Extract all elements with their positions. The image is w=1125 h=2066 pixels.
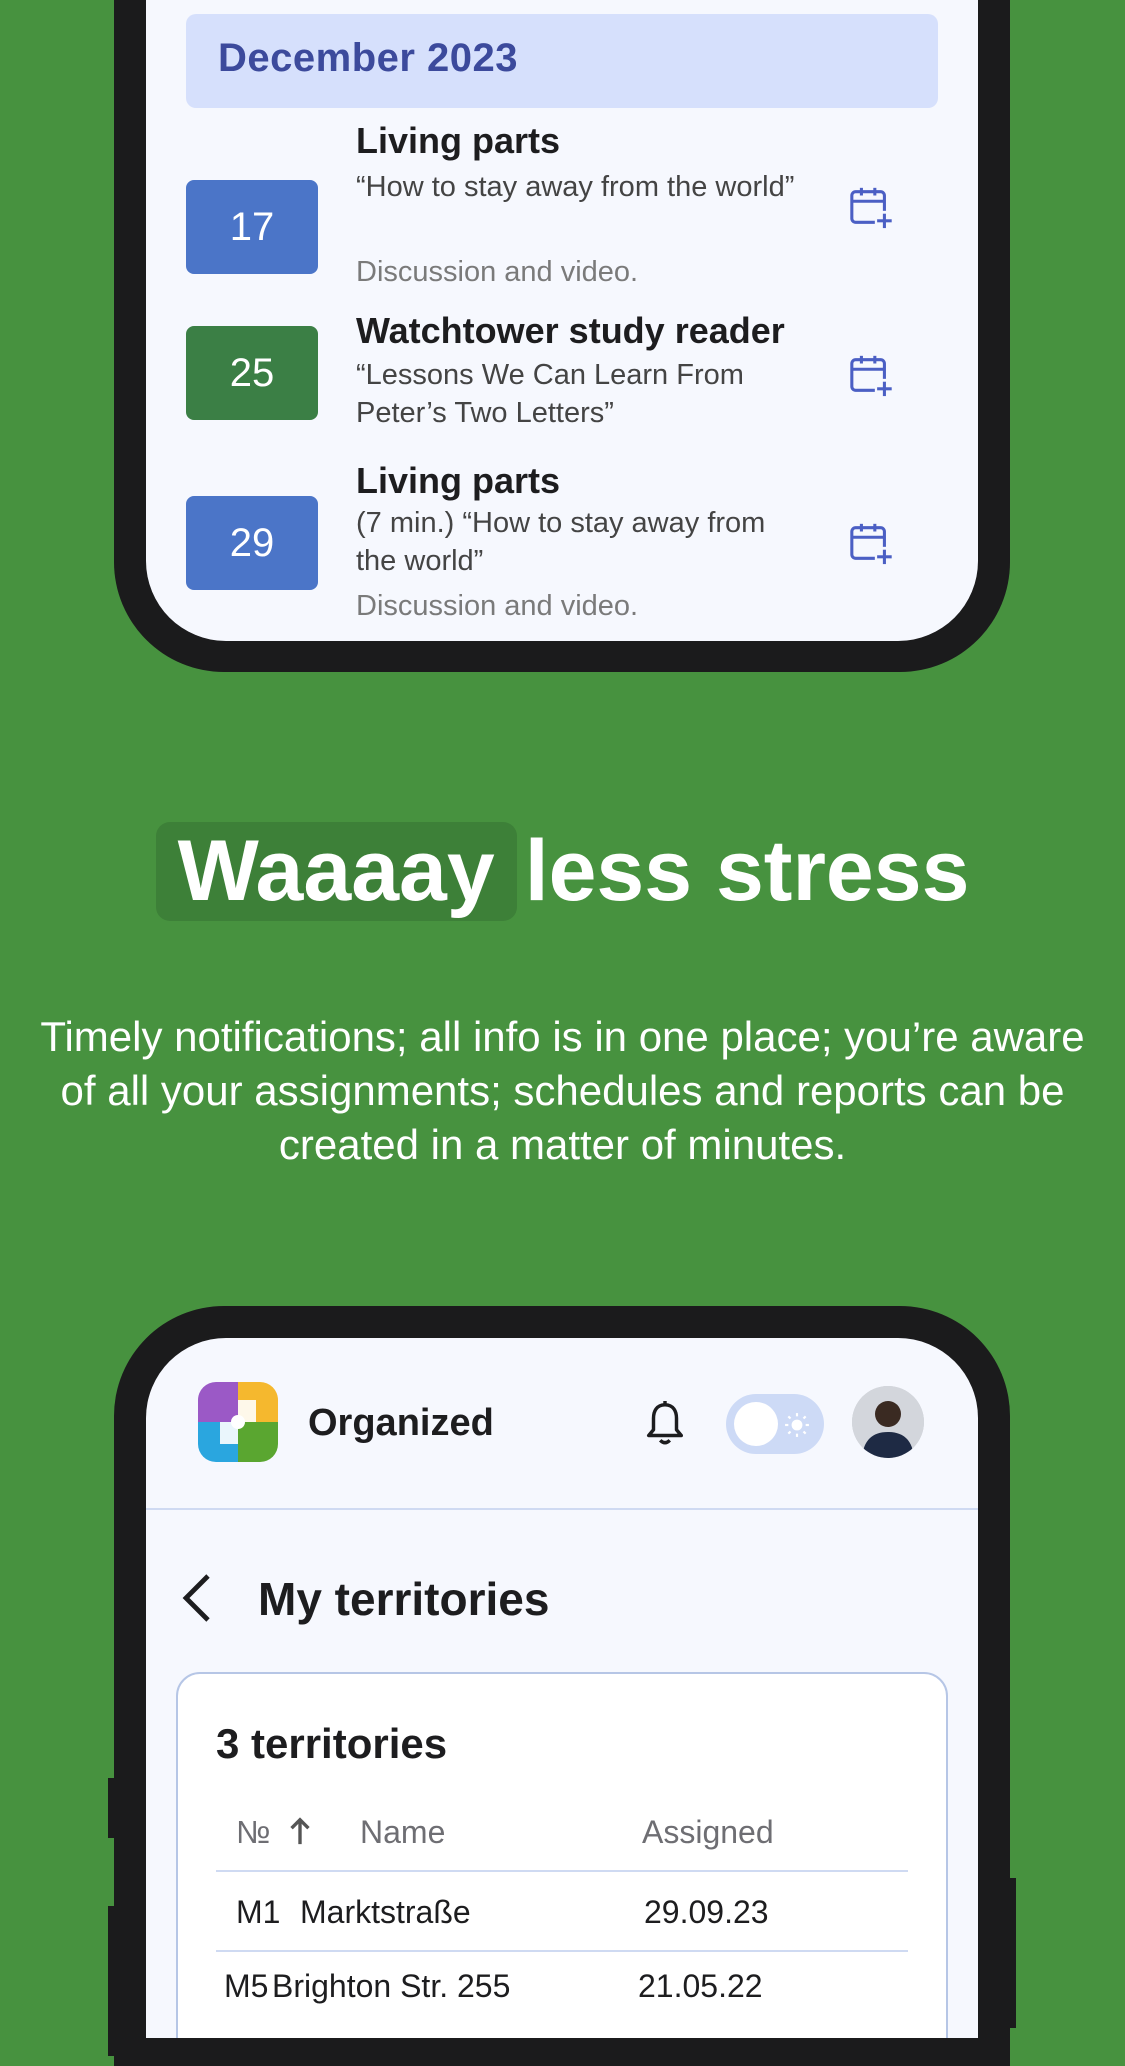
page-title: My territories (258, 1573, 550, 1625)
event-title: Watchtower study reader (356, 310, 785, 351)
month-label: December 2023 (218, 36, 519, 80)
event-subtitle: “How to stay away from the world” (356, 171, 795, 203)
event-description: Discussion and video. (356, 256, 639, 288)
divider (216, 1870, 908, 1872)
event-date: 29 (186, 496, 318, 590)
calendar-plus-icon[interactable] (848, 352, 894, 398)
territory-number: M5 (224, 1968, 269, 2004)
bell-icon[interactable] (642, 1398, 688, 1450)
territory-assigned: 29.09.23 (644, 1894, 769, 1930)
territory-assigned: 21.05.22 (638, 1968, 763, 2004)
phone-side-button (108, 1778, 116, 1838)
promo-body: Timely notifications; all info is in one… (40, 1013, 1085, 1168)
user-avatar[interactable] (852, 1386, 924, 1458)
phone-side-button (1008, 1878, 1016, 2028)
event-subtitle: “Lessons We Can Learn From Peter’s Two L… (356, 359, 744, 429)
event-title: Living parts (356, 460, 561, 501)
column-header-number[interactable]: № (236, 1814, 270, 1851)
app-bar: Organized (146, 1338, 978, 1510)
territories-count: 3 territories (216, 1720, 448, 1767)
event-description: Discussion and video. (356, 590, 639, 622)
column-header-assigned[interactable]: Assigned (642, 1814, 774, 1851)
territory-name: Brighton Str. 255 (272, 1968, 511, 2004)
calendar-screen: December 2023 17 Living parts “How to st… (146, 0, 978, 641)
event-date: 17 (186, 180, 318, 274)
territories-screen: Organized My territories 3 territories №… (146, 1338, 978, 2038)
column-header-name[interactable]: Name (360, 1814, 445, 1851)
event-subtitle: (7 min.) “How to stay away from the worl… (356, 507, 766, 577)
calendar-plus-icon[interactable] (848, 520, 894, 566)
territories-card: 3 territories № Name Assigned M1 Marktst… (176, 1672, 948, 2038)
divider (216, 1950, 908, 1952)
app-logo[interactable] (198, 1382, 278, 1462)
promo-headline: Waaaay less stress (0, 822, 1125, 921)
app-name: Organized (308, 1402, 494, 1444)
event-title: Living parts (356, 120, 561, 161)
event-date: 25 (186, 326, 318, 420)
phone-side-button (108, 1906, 116, 2056)
sun-icon (785, 1413, 809, 1437)
territory-name: Marktstraße (300, 1894, 471, 1930)
month-header: December 2023 (186, 14, 938, 108)
theme-toggle[interactable] (726, 1394, 824, 1454)
back-arrow-icon[interactable] (178, 1572, 218, 1624)
territory-number: M1 (236, 1894, 281, 1930)
headline-rest: less stress (524, 823, 970, 919)
headline-highlight: Waaaay (155, 822, 517, 921)
toggle-knob (734, 1402, 778, 1446)
calendar-plus-icon[interactable] (848, 184, 894, 230)
arrow-up-icon[interactable] (288, 1816, 312, 1846)
